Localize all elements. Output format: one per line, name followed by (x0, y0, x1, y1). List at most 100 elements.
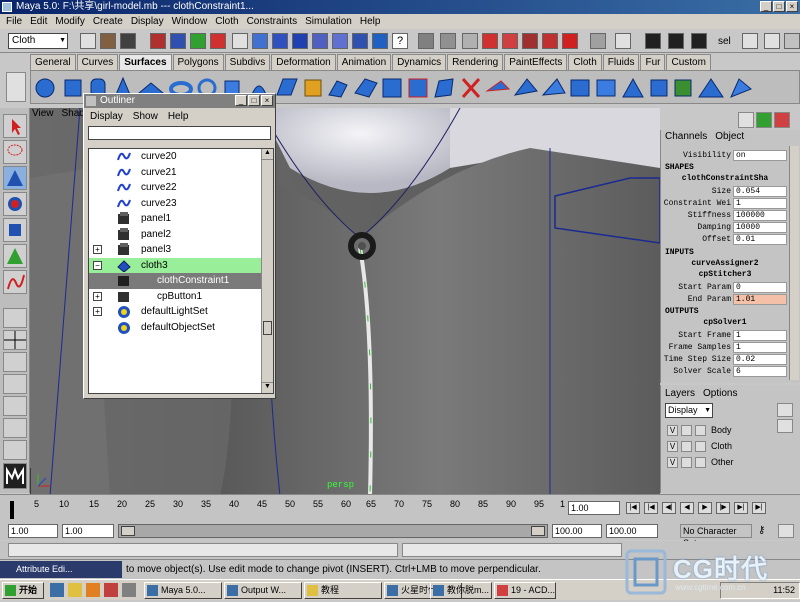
desktop-quicklaunch-icon[interactable] (122, 583, 136, 597)
shelf-tab-fur[interactable]: Fur (640, 54, 666, 70)
output-node-cpsolver[interactable]: cpSolver1 (661, 318, 789, 327)
shelf-tab-dynamics[interactable]: Dynamics (392, 54, 447, 70)
range-start-handle[interactable] (121, 526, 135, 536)
mask-dynamics-icon[interactable] (332, 33, 348, 49)
highlight-icon[interactable] (440, 33, 456, 49)
snap-view-icon[interactable] (522, 33, 538, 49)
shelf-tab-deformation[interactable]: Deformation (271, 54, 336, 70)
menu-file[interactable]: File (2, 14, 26, 29)
shape-node-name[interactable]: clothConstraintSha (661, 174, 789, 183)
layer-editor-icon[interactable] (774, 112, 790, 128)
channel-time-step-size[interactable]: Time Step Size 0.02 (661, 354, 789, 366)
menu-display[interactable]: Display (127, 14, 168, 29)
layer-color-swatch[interactable] (695, 457, 706, 468)
outliner-item-curve22[interactable]: curve22 (89, 180, 261, 196)
persp-outliner-layout-icon[interactable] (3, 352, 27, 372)
mask-icon[interactable] (210, 33, 226, 49)
select-hierarchy-icon[interactable] (150, 33, 166, 49)
step-back-frame-icon[interactable]: ◀| (662, 502, 676, 514)
manipulator-tool-icon[interactable] (3, 244, 27, 268)
channel-solver-scale[interactable]: Solver Scale 6 (661, 366, 789, 378)
folder-quicklaunch-icon[interactable] (68, 583, 82, 597)
scroll-thumb[interactable] (263, 321, 272, 335)
channel-frame-samples[interactable]: Frame Samples 1 (661, 342, 789, 354)
shelf-tab-subdivs[interactable]: Subdivs (224, 54, 271, 70)
shelf-tab-general[interactable]: General (30, 54, 76, 70)
outliner-item-defaultobjectset[interactable]: defaultObjectSet (89, 320, 261, 336)
menu-set-dropdown[interactable]: Cloth (8, 33, 68, 49)
taskbar-tutorial[interactable]: 教程 (304, 582, 382, 599)
channel-box-scrollbar[interactable] (789, 146, 799, 380)
outliner-item-cloth3[interactable]: − cloth3 (89, 257, 261, 273)
ie-quicklaunch-icon[interactable] (50, 583, 64, 597)
outliner-item-panel1[interactable]: panel1 (89, 211, 261, 227)
channel-end-param[interactable]: End Param 1.01 (661, 294, 789, 306)
four-view-layout-icon[interactable] (3, 330, 27, 350)
ipr-render-icon[interactable] (668, 33, 684, 49)
channel-size[interactable]: Size 0.054 (661, 186, 789, 198)
menu-cloth[interactable]: Cloth (211, 14, 242, 29)
layers-menu[interactable]: Layers (665, 387, 695, 401)
layer-color-swatch[interactable] (695, 441, 706, 452)
range-slider-bar[interactable] (118, 524, 548, 538)
taskbar-tutorial-2[interactable]: 教你脱m... (430, 582, 492, 599)
layer-row-body[interactable]: V Body (667, 423, 785, 438)
attribute-icon[interactable] (756, 112, 772, 128)
dopesheet-layout-icon[interactable] (3, 440, 27, 460)
minimize-button[interactable]: _ (760, 1, 772, 12)
taskbar-acdsee[interactable]: 19 - ACD... (494, 582, 556, 599)
move-tool-icon[interactable] (3, 166, 27, 190)
step-forward-key-icon[interactable]: ▶| (734, 502, 748, 514)
layer-visibility-toggle[interactable]: V (667, 441, 678, 452)
menu-simulation[interactable]: Simulation (301, 14, 356, 29)
outliner-filter-input[interactable] (88, 126, 271, 140)
playback-end-field[interactable]: 100.00 (552, 524, 602, 538)
expand-toggle[interactable]: + (93, 291, 102, 301)
layer-row-cloth[interactable]: V Cloth (667, 439, 785, 454)
persp-graph-layout-icon[interactable] (3, 374, 27, 394)
channel-visibility[interactable]: Visibility on (661, 150, 789, 162)
menu-help[interactable]: Help (356, 14, 385, 29)
layer-type-toggle[interactable] (681, 457, 692, 468)
play-forward-icon[interactable]: ▶ (698, 502, 712, 514)
channel-box-menu-object[interactable]: Object (715, 130, 744, 144)
layer-type-toggle[interactable] (681, 425, 692, 436)
outliner-minimize-button[interactable]: _ (235, 95, 247, 106)
new-scene-icon[interactable] (80, 33, 96, 49)
channel-box-icon[interactable] (738, 112, 754, 128)
input-output-icon[interactable] (590, 33, 606, 49)
layer-visibility-toggle[interactable]: V (667, 457, 678, 468)
render-icon[interactable] (645, 33, 661, 49)
attribute-editor-minimized[interactable]: Attribute Edi... (0, 561, 122, 578)
attribute-editor-icon[interactable] (742, 33, 758, 49)
channel-start-frame[interactable]: Start Frame 1 (661, 330, 789, 342)
single-perspective-layout-icon[interactable] (3, 308, 27, 328)
channel-box-menu-channels[interactable]: Channels (665, 130, 707, 144)
layer-display-dropdown[interactable]: Display ▼ (665, 403, 713, 418)
channel-constraint-weight[interactable]: Constraint Wei 1 (661, 198, 789, 210)
outliner-item-cpbutton1[interactable]: + cpButton1 (89, 289, 261, 305)
mask-deform-icon[interactable] (312, 33, 328, 49)
layer-type-toggle[interactable] (681, 441, 692, 452)
current-time-indicator[interactable] (10, 501, 14, 519)
channel-damping[interactable]: Damping 10000 (661, 222, 789, 234)
app-quicklaunch-icon[interactable] (104, 583, 118, 597)
rotate-tool-icon[interactable] (3, 192, 27, 216)
menu-modify[interactable]: Modify (51, 14, 88, 29)
last-tool-icon[interactable] (3, 270, 27, 294)
mask-surface-icon[interactable] (292, 33, 308, 49)
character-set-field[interactable]: No Character Set (680, 524, 752, 548)
step-forward-frame-icon[interactable]: |▶ (716, 502, 730, 514)
select-tool-icon[interactable] (3, 114, 27, 138)
viewport-menu-view[interactable]: View (32, 108, 54, 122)
current-frame-field[interactable]: 1.00 (568, 501, 620, 515)
play-backward-icon[interactable]: ◀ (680, 502, 694, 514)
menu-edit[interactable]: Edit (26, 14, 51, 29)
outliner-menu-show[interactable]: Show (133, 110, 158, 124)
range-end-handle[interactable] (531, 526, 545, 536)
save-scene-icon[interactable] (120, 33, 136, 49)
scale-tool-icon[interactable] (3, 218, 27, 242)
outliner-item-panel3[interactable]: + panel3 (89, 242, 261, 258)
construction-history-icon[interactable] (615, 33, 631, 49)
layers-options-menu[interactable]: Options (703, 387, 737, 401)
